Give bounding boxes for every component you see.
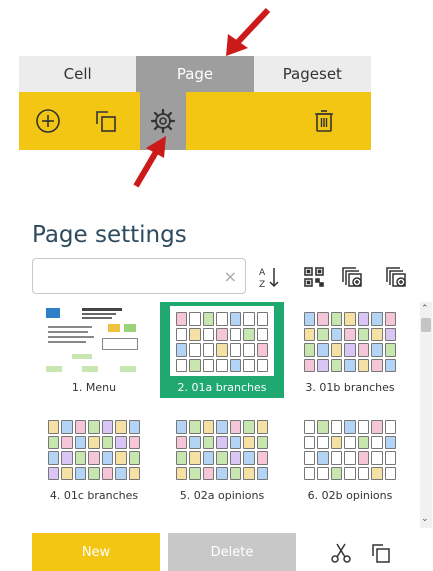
tab-cell[interactable]: Cell — [19, 56, 137, 92]
page-card-label: 1. Menu — [71, 381, 117, 394]
page-thumbnail — [298, 306, 402, 376]
page-thumbnail — [170, 414, 274, 484]
page-card-01a-branches[interactable]: 2. 01a branches — [160, 302, 284, 398]
page-grid-scrollbar[interactable] — [420, 302, 432, 528]
delete-page-button[interactable] — [301, 92, 347, 150]
svg-text:Z: Z — [259, 280, 265, 289]
delete-page-button[interactable]: Delete — [168, 533, 296, 571]
scissors-icon[interactable] — [330, 542, 352, 568]
add-page-button[interactable] — [25, 92, 71, 150]
scroll-down-icon[interactable]: ⌄ — [421, 514, 429, 524]
copy-icon — [96, 111, 116, 132]
copy-to-pageset-icon[interactable] — [340, 265, 364, 289]
page-card-01b-branches[interactable]: 3. 01b branches — [288, 302, 412, 398]
clear-icon[interactable]: × — [224, 267, 237, 286]
page-card-label: 2. 01a branches — [177, 381, 267, 394]
page-thumbnail — [298, 414, 402, 484]
page-card-label: 6. 02b opinions — [307, 489, 393, 502]
page-card-label: 4. 01c branches — [49, 489, 139, 502]
add-pageset-icon[interactable] — [384, 265, 408, 289]
page-card-menu[interactable]: 1. Menu — [32, 302, 156, 398]
page-card-02b-opinions[interactable]: 6. 02b opinions — [288, 410, 412, 506]
annotation-arrow-icon — [126, 134, 176, 194]
qr-code-icon[interactable] — [302, 265, 326, 289]
tab-bar: Cell Page Pageset — [19, 56, 371, 92]
copy-page-button[interactable] — [83, 92, 129, 150]
trash-icon — [315, 110, 333, 132]
page-thumbnail — [170, 306, 274, 376]
sort-az-icon[interactable]: A Z — [258, 265, 282, 290]
page-card-label: 5. 02a opinions — [179, 489, 265, 502]
add-circle-icon — [36, 109, 60, 133]
search-input[interactable] — [41, 259, 225, 293]
scroll-up-icon[interactable]: ⌃ — [421, 304, 429, 314]
scrollbar-thumb[interactable] — [421, 318, 431, 332]
page-settings-title: Page settings — [32, 222, 187, 248]
svg-text:A: A — [259, 268, 266, 278]
copy-icon[interactable] — [370, 542, 392, 568]
page-thumbnail — [42, 306, 146, 376]
page-card-01c-branches[interactable]: 4. 01c branches — [32, 410, 156, 506]
new-page-button[interactable]: New — [32, 533, 160, 571]
page-thumbnail — [42, 414, 146, 484]
page-card-02a-opinions[interactable]: 5. 02a opinions — [160, 410, 284, 506]
page-search-field[interactable]: × — [32, 258, 246, 294]
annotation-arrow-icon — [224, 6, 274, 62]
gear-icon — [150, 108, 176, 134]
page-grid: 1. Menu 2. 01a branches 3. 01b branches — [32, 302, 418, 528]
page-card-label: 3. 01b branches — [305, 381, 395, 394]
page-toolbar — [19, 92, 371, 150]
